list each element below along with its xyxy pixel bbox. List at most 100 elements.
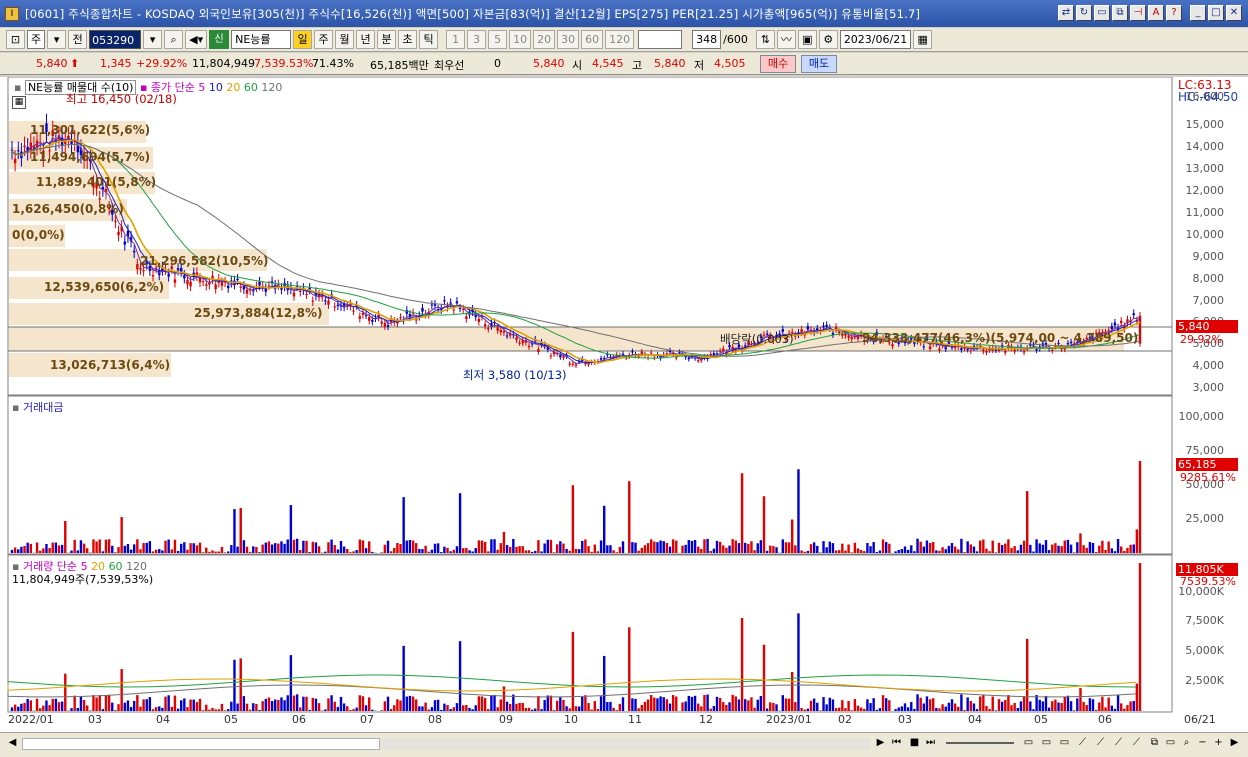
minute-60[interactable]: 60 — [581, 30, 604, 49]
tool6-icon[interactable]: ▭ — [1164, 736, 1177, 751]
vp-label-3: 11,889,401(5,8%) — [36, 175, 157, 189]
volume-bar — [42, 705, 45, 711]
x-tick: 05 — [1034, 713, 1048, 726]
count-input[interactable]: 348 — [692, 30, 722, 49]
current-pct-tag: 29.92% — [1180, 333, 1222, 346]
amount-bar — [92, 539, 95, 553]
candle-body — [198, 277, 202, 283]
period-day[interactable]: 일 — [293, 30, 313, 49]
tool3-icon[interactable]: ⟋ — [1112, 736, 1125, 751]
arrows-icon[interactable]: ⇅ — [755, 30, 775, 49]
volume-bar — [114, 710, 117, 711]
period-week[interactable]: 주 — [314, 30, 334, 49]
stop-icon[interactable]: ■ — [908, 736, 921, 751]
period-year[interactable]: 년 — [356, 30, 376, 49]
next-icon[interactable]: ▶ — [1228, 736, 1241, 751]
tool1-icon[interactable]: ⟋ — [1076, 736, 1089, 751]
amount-bar — [822, 541, 825, 553]
minus-icon[interactable]: − — [1196, 736, 1209, 751]
minute-5[interactable]: 5 — [488, 30, 508, 49]
tool2-icon[interactable]: ⟋ — [1094, 736, 1107, 751]
volume-bar — [781, 695, 784, 711]
minute-1[interactable]: 1 — [446, 30, 466, 49]
volume-bar — [198, 698, 202, 711]
help-icon[interactable]: ? — [1166, 5, 1182, 21]
zoom-icon[interactable]: ⌕ — [1180, 736, 1193, 751]
minute-120[interactable]: 120 — [605, 30, 635, 49]
font-icon[interactable]: A — [1148, 5, 1164, 21]
forward-icon[interactable]: ⏭ — [924, 736, 937, 751]
scroll-left-icon[interactable]: ◀ — [6, 736, 19, 751]
period-tick[interactable]: 틱 — [419, 30, 439, 49]
tool5-icon[interactable]: ⧉ — [1148, 736, 1161, 751]
amount-bar — [474, 548, 477, 553]
prev-button[interactable]: 전 — [68, 30, 88, 49]
plus-icon[interactable]: + — [1212, 736, 1225, 751]
volume-bar — [446, 705, 449, 711]
minute-20[interactable]: 20 — [533, 30, 556, 49]
ma-period-120: 120 — [261, 81, 283, 94]
minute-30[interactable]: 30 — [557, 30, 580, 49]
amount-bar — [270, 544, 274, 553]
calendar-icon[interactable]: ▦ — [913, 30, 933, 49]
search-icon[interactable]: ⌕ — [164, 30, 184, 49]
amount-bar — [239, 507, 242, 553]
amount-bar — [427, 551, 430, 553]
buy-button[interactable]: 매수 — [760, 55, 796, 73]
volume-bar — [794, 702, 797, 711]
close-button[interactable]: ✕ — [1226, 5, 1242, 21]
stock-icon[interactable]: ⊣ — [1130, 5, 1146, 21]
table-icon[interactable]: ▦ — [12, 96, 26, 109]
layout-icon[interactable]: ▭ — [1094, 5, 1110, 21]
scroll-right-icon[interactable]: ▶ — [874, 736, 887, 751]
minute-10[interactable]: 10 — [509, 30, 532, 49]
volume-tick: 7,500K — [1185, 614, 1224, 627]
minute-3[interactable]: 3 — [467, 30, 487, 49]
maximize-button[interactable]: □ — [1208, 5, 1224, 21]
period-month[interactable]: 월 — [335, 30, 355, 49]
period-second[interactable]: 초 — [398, 30, 418, 49]
quote-bar: 5,840 ⬆ 1,345 +29.92% 11,804,949 7,539.5… — [0, 53, 1248, 75]
volume-bar — [725, 704, 728, 711]
volume-bar — [164, 696, 167, 711]
custom-interval-input[interactable] — [638, 30, 683, 49]
lock-icon[interactable]: ⊡ — [6, 30, 25, 49]
chart-area[interactable]: ▪ NE능률 매물대 수(10) ▪ 종가 단순 5 10 20 60 120 … — [0, 77, 1248, 757]
x-tick: 03 — [898, 713, 912, 726]
amount-bar — [816, 545, 819, 553]
amount-bar — [809, 544, 813, 553]
period-minute[interactable]: 분 — [377, 30, 397, 49]
view-icon[interactable]: ▭ — [1022, 736, 1035, 751]
save-icon[interactable]: ▣ — [797, 30, 817, 49]
amount-bar — [966, 541, 969, 553]
chart-type-icon[interactable]: 〰 — [776, 30, 796, 49]
volume-bar — [258, 710, 261, 711]
volume-bar — [812, 698, 816, 711]
scroll-thumb[interactable] — [22, 738, 380, 750]
amount-bar — [540, 551, 543, 553]
speaker-icon[interactable]: ◀▾ — [185, 30, 208, 49]
volume-bar — [418, 706, 421, 711]
copy-icon[interactable]: ⧉ — [1112, 5, 1128, 21]
volume-bar — [697, 703, 700, 711]
view3-icon[interactable]: ▭ — [1058, 736, 1071, 751]
stock-name-field[interactable]: NE능률 — [231, 30, 292, 49]
date-input[interactable]: 2023/06/21 — [839, 30, 912, 49]
minimize-button[interactable]: _ — [1190, 5, 1206, 21]
scroll-track[interactable] — [380, 738, 870, 750]
gear-icon[interactable]: ⚙ — [818, 30, 838, 49]
zoom-slider[interactable] — [946, 742, 1014, 744]
rewind-icon[interactable]: ⏮ — [890, 736, 903, 751]
link-icon[interactable]: ⇄ — [1058, 5, 1074, 21]
tool4-icon[interactable]: ⟋ — [1130, 736, 1143, 751]
refresh-icon[interactable]: ↻ — [1076, 5, 1092, 21]
stock-code-input[interactable]: 053290 — [89, 30, 142, 49]
code-dropdown-icon[interactable]: ▾ — [143, 30, 163, 49]
volume-bar — [189, 699, 192, 711]
amount-bar — [1088, 541, 1092, 553]
view2-icon[interactable]: ▭ — [1040, 736, 1053, 751]
sell-button[interactable]: 매도 — [801, 55, 837, 73]
market-select[interactable]: 주 — [27, 30, 46, 49]
chevron-down-icon[interactable]: ▾ — [47, 30, 67, 49]
amount-bar — [496, 549, 499, 553]
